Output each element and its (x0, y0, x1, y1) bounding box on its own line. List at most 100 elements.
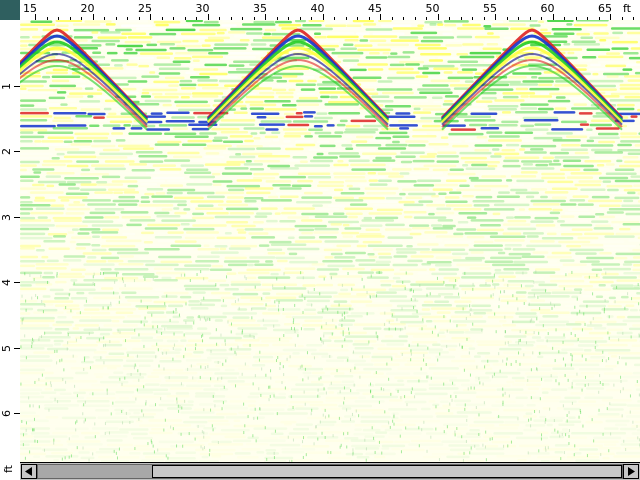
noise-speck (570, 363, 572, 367)
reflection-band (377, 347, 409, 350)
noise-speck (160, 397, 162, 401)
reflection-band (153, 267, 173, 270)
reflection-band (101, 244, 136, 248)
reflection-band (531, 336, 542, 339)
reflection-band (118, 263, 144, 266)
reflection-band (20, 259, 45, 263)
reflection-band (411, 312, 432, 316)
reflection-band (345, 328, 358, 332)
reflection-band (224, 435, 246, 439)
reflection-band (410, 439, 441, 443)
reflection-band (72, 407, 91, 411)
reflection-band (563, 164, 594, 168)
reflection-band (496, 195, 520, 199)
reflection-band (333, 172, 366, 175)
noise-speck (50, 381, 52, 385)
reflection-band (288, 432, 318, 435)
radargram-plot[interactable] (20, 20, 640, 462)
reflection-band (49, 288, 64, 292)
noise-speck (119, 330, 121, 334)
noise-speck (355, 409, 357, 413)
reflection-band (245, 159, 252, 163)
reflection-band (385, 429, 403, 432)
reflection-band (428, 367, 460, 370)
reflection-band (552, 308, 586, 312)
reflection-band (503, 267, 530, 271)
reflection-band (349, 371, 372, 374)
noise-speck (563, 287, 565, 291)
noise-speck (487, 359, 489, 363)
noise-speck (118, 300, 120, 304)
reflection-band (607, 328, 624, 332)
reflection-band (165, 119, 195, 123)
noise-speck (21, 318, 23, 322)
noise-speck (283, 334, 285, 338)
noise-speck (527, 451, 529, 455)
scroll-right-button[interactable] (623, 464, 639, 479)
reflection-band (111, 132, 124, 135)
reflection-band (624, 95, 640, 99)
reflection-band (75, 115, 93, 118)
noise-speck (155, 403, 157, 407)
noise-speck (435, 405, 437, 409)
reflection-band (115, 139, 126, 142)
reflection-band (60, 167, 78, 170)
reflection-band (54, 280, 67, 284)
reflection-band (221, 429, 250, 432)
reflection-band (216, 376, 238, 380)
reflection-band (252, 363, 266, 367)
noise-speck (185, 321, 187, 325)
reflection-band (364, 187, 399, 190)
reflection-band (312, 204, 323, 207)
reflection-band (186, 385, 211, 388)
noise-speck (561, 432, 563, 436)
noise-speck (253, 335, 255, 339)
reflection-band (325, 24, 347, 28)
reflection-band (48, 107, 78, 110)
scroll-thumb[interactable] (152, 465, 622, 478)
reflection-band (151, 195, 173, 198)
reflection-band (66, 95, 84, 98)
noise-speck (365, 447, 367, 451)
reflection-band (570, 429, 579, 432)
reflection-band (546, 132, 573, 135)
scroll-left-button[interactable] (21, 464, 37, 479)
reflection-band (452, 144, 469, 148)
noise-speck (323, 387, 325, 391)
reflection-band (119, 456, 140, 459)
noise-speck (400, 396, 402, 400)
reflection-band (444, 196, 460, 199)
reflection-band (214, 43, 249, 46)
reflection-band (100, 307, 137, 311)
reflection-band (333, 300, 348, 303)
reflection-band (524, 151, 547, 154)
reflection-band (472, 324, 502, 328)
scroll-track[interactable] (37, 464, 623, 479)
noise-speck (21, 321, 23, 325)
noise-speck (436, 276, 438, 280)
vertical-tick-label: 5 (0, 344, 13, 352)
reflection-band (127, 36, 153, 39)
reflection-band (144, 99, 172, 103)
horizontal-scrollbar[interactable] (20, 462, 640, 480)
reflection-band (560, 232, 583, 236)
reflection-band (382, 232, 408, 235)
reflection-band (20, 108, 48, 111)
noise-speck (145, 400, 147, 404)
reflection-band (616, 159, 623, 163)
reflection-band (569, 248, 604, 252)
noise-speck (178, 313, 180, 317)
noise-speck (266, 457, 268, 461)
noise-speck (62, 378, 64, 382)
reflection-band (428, 76, 446, 79)
reflection-band (20, 380, 30, 383)
noise-speck (113, 449, 115, 453)
noise-speck (568, 410, 570, 414)
reflection-band (20, 267, 33, 270)
reflection-band (462, 272, 492, 275)
reflection-band (217, 203, 249, 207)
noise-speck (32, 404, 34, 408)
reflection-band (423, 300, 434, 304)
reflection-band (346, 247, 372, 251)
reflection-band (276, 79, 288, 83)
